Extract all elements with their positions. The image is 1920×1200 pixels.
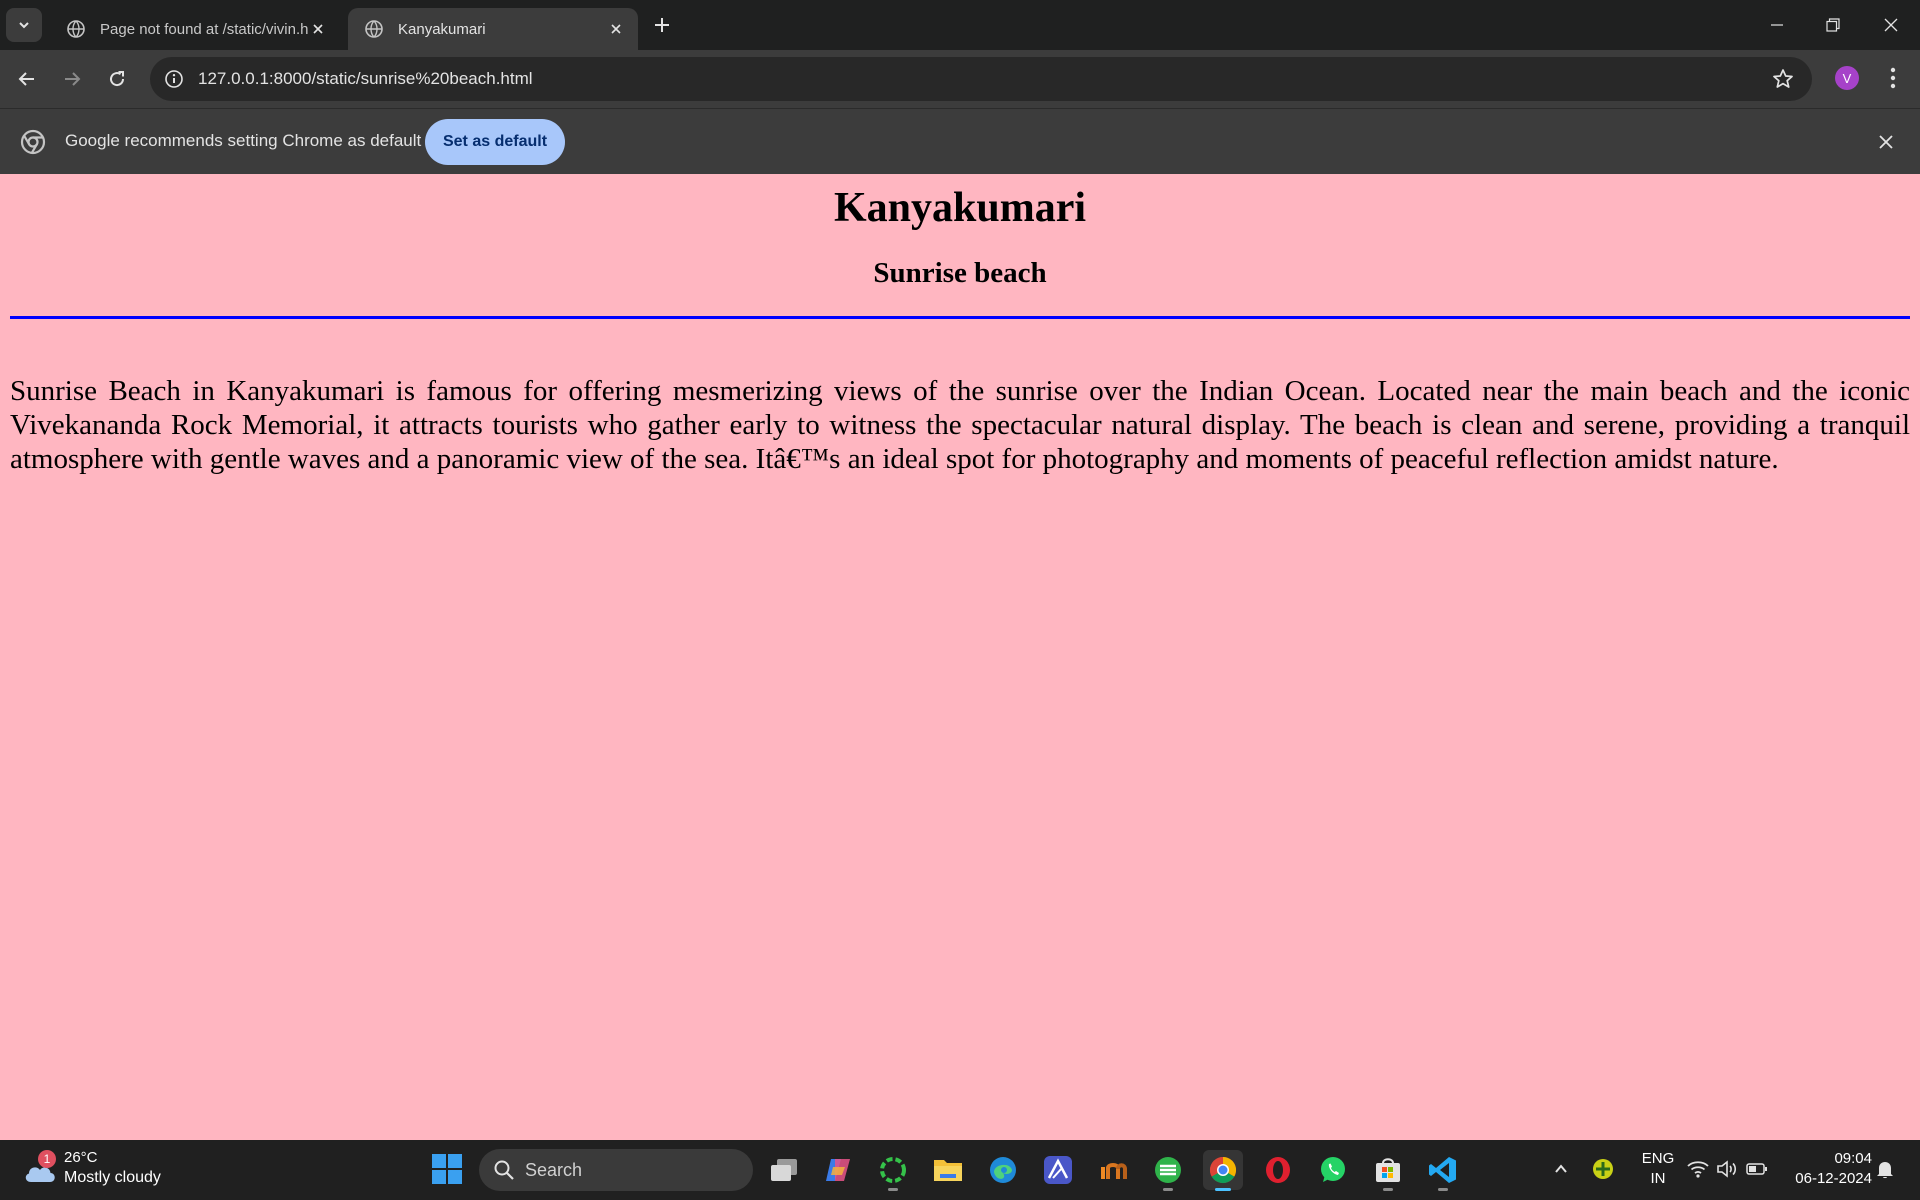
tab-search-button[interactable] (6, 8, 42, 42)
web-page-content: Kanyakumari Sunrise beach Sunrise Beach … (0, 174, 1920, 1140)
page-subtitle: Sunrise beach (873, 257, 1047, 289)
chrome-logo-icon (20, 129, 46, 155)
volume-icon[interactable] (1713, 1155, 1741, 1183)
url-text[interactable]: 127.0.0.1:8000/static/sunrise%20beach.ht… (198, 69, 1770, 89)
default-browser-infobar: Google recommends setting Chrome as defa… (0, 108, 1920, 174)
opera-icon[interactable] (1258, 1150, 1298, 1190)
browser-tab-bar: Page not found at /static/vivin.h Kanyak… (0, 0, 1920, 50)
language-code: ENG (1641, 1150, 1675, 1167)
browser-menu-button[interactable] (1880, 64, 1906, 92)
copilot-icon[interactable] (818, 1150, 858, 1190)
clock-date: 06-12-2024 (1795, 1170, 1872, 1187)
weather-temp: 26°C (64, 1149, 98, 1166)
running-indicator (1215, 1188, 1231, 1191)
bookmark-star-icon[interactable] (1770, 66, 1796, 92)
task-view-icon[interactable] (764, 1150, 804, 1190)
chrome-taskbar-icon[interactable] (1203, 1150, 1243, 1191)
microsoft-store-icon[interactable] (1368, 1150, 1408, 1191)
restore-button[interactable] (1820, 12, 1846, 38)
reload-icon (110, 71, 125, 87)
chevron-down-icon (19, 22, 29, 29)
whatsapp-icon[interactable] (1313, 1150, 1353, 1190)
tab-title: Kanyakumari (398, 20, 486, 38)
region-code: IN (1650, 1170, 1666, 1187)
set-as-default-button[interactable]: Set as default (425, 119, 565, 165)
close-window-button[interactable] (1878, 12, 1904, 38)
file-explorer-icon[interactable] (928, 1150, 968, 1190)
weather-widget[interactable]: 1 26°C Mostly cloudy (20, 1148, 190, 1192)
running-indicator (888, 1188, 898, 1191)
infobar-message: Google recommends setting Chrome as defa… (65, 131, 422, 150)
green-ring-app-icon[interactable] (873, 1150, 913, 1191)
address-bar[interactable]: 127.0.0.1:8000/static/sunrise%20beach.ht… (150, 57, 1812, 101)
close-infobar-icon[interactable] (1874, 130, 1898, 154)
green-browser-icon[interactable] (1148, 1150, 1188, 1191)
wifi-icon[interactable] (1684, 1155, 1712, 1183)
close-icon (1884, 18, 1898, 32)
running-indicator (1383, 1188, 1393, 1191)
profile-avatar[interactable]: V (1835, 66, 1859, 90)
chevron-up-icon (1555, 1164, 1567, 1173)
browser-toolbar: 127.0.0.1:8000/static/sunrise%20beach.ht… (0, 50, 1920, 108)
globe-icon (365, 20, 383, 38)
language-indicator[interactable]: ENG IN (1636, 1149, 1680, 1189)
back-button[interactable] (13, 65, 41, 93)
weather-badge: 1 (38, 1150, 56, 1168)
search-icon (494, 1160, 514, 1180)
tab-title: Page not found at /static/vivin.h (100, 20, 308, 38)
globe-icon (67, 20, 85, 38)
minimize-button[interactable] (1764, 12, 1790, 38)
affinity-icon[interactable] (1038, 1150, 1078, 1190)
windows-start-icon[interactable] (432, 1154, 462, 1184)
taskbar-search[interactable]: Search (479, 1149, 753, 1191)
horizontal-rule (10, 316, 1910, 319)
new-tab-button[interactable] (650, 13, 674, 37)
tray-app-icon[interactable] (1589, 1155, 1617, 1183)
system-clock[interactable]: 09:04 06-12-2024 (1780, 1149, 1872, 1189)
notification-bell-icon[interactable] (1871, 1155, 1899, 1183)
vscode-icon[interactable] (1423, 1150, 1463, 1191)
plus-icon (655, 18, 669, 32)
close-tab-icon[interactable] (308, 19, 328, 39)
more-vertical-icon (1890, 67, 1896, 89)
restore-icon (1826, 18, 1840, 32)
site-info-icon[interactable] (162, 67, 186, 91)
tab-kanyakumari[interactable]: Kanyakumari (348, 8, 638, 50)
arrow-right-icon (65, 72, 81, 86)
windows-taskbar: 1 26°C Mostly cloudy Search ENG IN 09:04… (0, 1140, 1920, 1200)
close-tab-icon[interactable] (606, 19, 626, 39)
edge-icon[interactable] (983, 1150, 1023, 1190)
page-title: Kanyakumari (833, 185, 1087, 231)
tab-page-not-found[interactable]: Page not found at /static/vivin.h (50, 8, 340, 50)
running-indicator (1438, 1188, 1448, 1191)
description-paragraph: Sunrise Beach in Kanyakumari is famous f… (10, 375, 1910, 475)
clock-time: 09:04 (1834, 1150, 1872, 1167)
search-placeholder: Search (525, 1159, 583, 1180)
running-indicator (1163, 1188, 1173, 1191)
show-hidden-icons-button[interactable] (1547, 1155, 1575, 1183)
orange-app-icon[interactable] (1093, 1150, 1133, 1190)
battery-icon[interactable] (1743, 1155, 1771, 1183)
reload-button[interactable] (103, 65, 131, 93)
forward-button[interactable] (58, 65, 86, 93)
weather-condition: Mostly cloudy (64, 1169, 161, 1186)
minimize-icon (1771, 24, 1783, 26)
arrow-left-icon (18, 72, 34, 86)
